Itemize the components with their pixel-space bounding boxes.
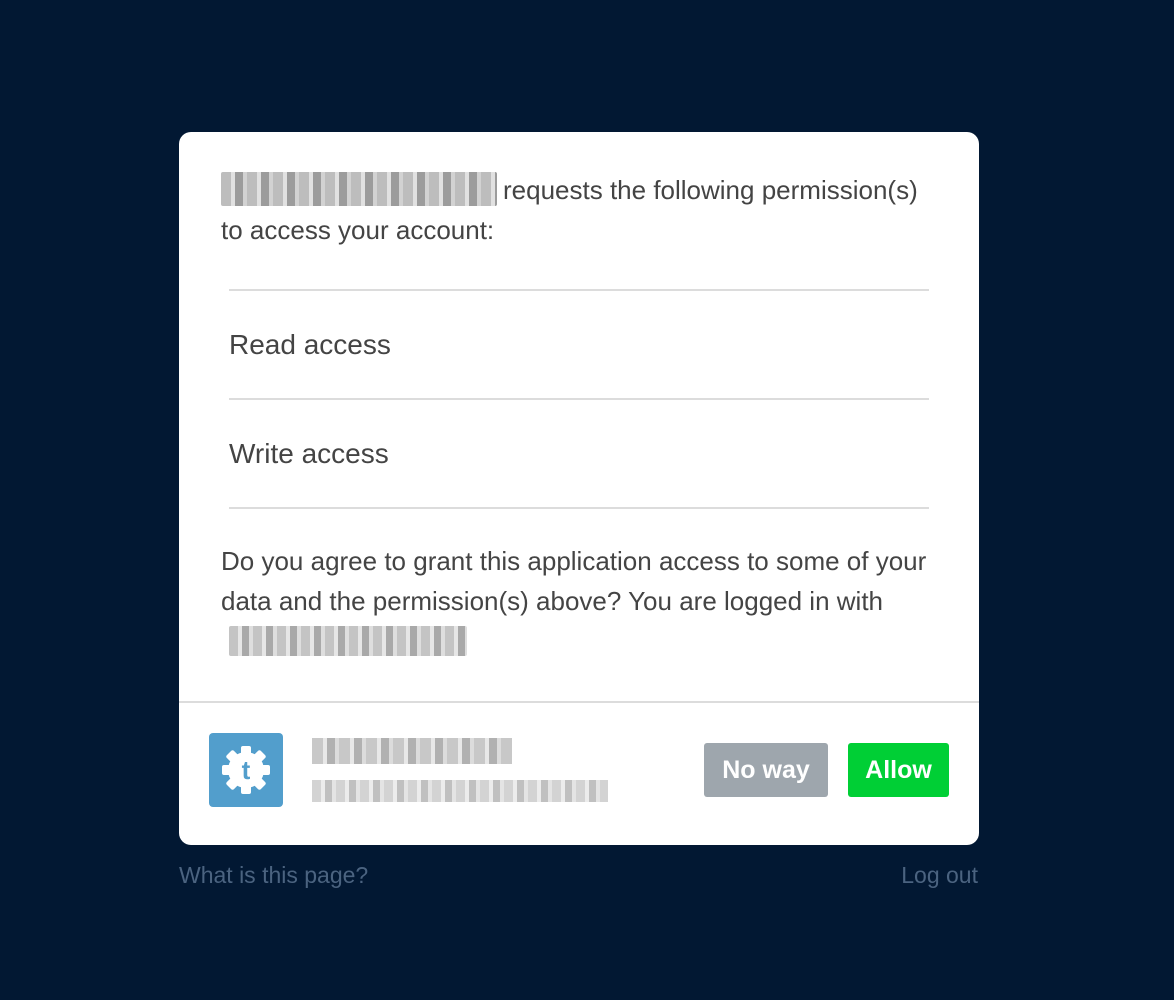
log-out-link[interactable]: Log out bbox=[901, 860, 978, 890]
permission-label: Read access bbox=[229, 328, 391, 360]
app-title-redacted bbox=[312, 738, 512, 764]
app-subtitle-redacted bbox=[312, 780, 608, 802]
permission-list: Read access Write access bbox=[229, 289, 929, 509]
request-text: requests the following permission(s) to … bbox=[221, 170, 941, 250]
allow-button[interactable]: Allow bbox=[848, 743, 949, 797]
permission-label: Write access bbox=[229, 437, 389, 469]
deny-button[interactable]: No way bbox=[704, 743, 828, 797]
permission-dialog: requests the following permission(s) to … bbox=[179, 132, 979, 845]
dialog-footer: t No way Allow bbox=[179, 703, 979, 845]
agree-text: Do you agree to grant this application a… bbox=[221, 541, 941, 661]
gear-icon: t bbox=[222, 746, 270, 794]
tumblr-glyph: t bbox=[242, 755, 251, 785]
tumblr-gear-icon: t bbox=[209, 733, 283, 807]
permission-item-read: Read access bbox=[229, 289, 929, 398]
account-email-redacted bbox=[229, 626, 467, 657]
what-is-this-page-link[interactable]: What is this page? bbox=[179, 860, 368, 890]
agree-text-label: Do you agree to grant this application a… bbox=[221, 546, 927, 616]
app-name-redacted bbox=[221, 172, 497, 207]
permission-item-write: Write access bbox=[229, 398, 929, 509]
